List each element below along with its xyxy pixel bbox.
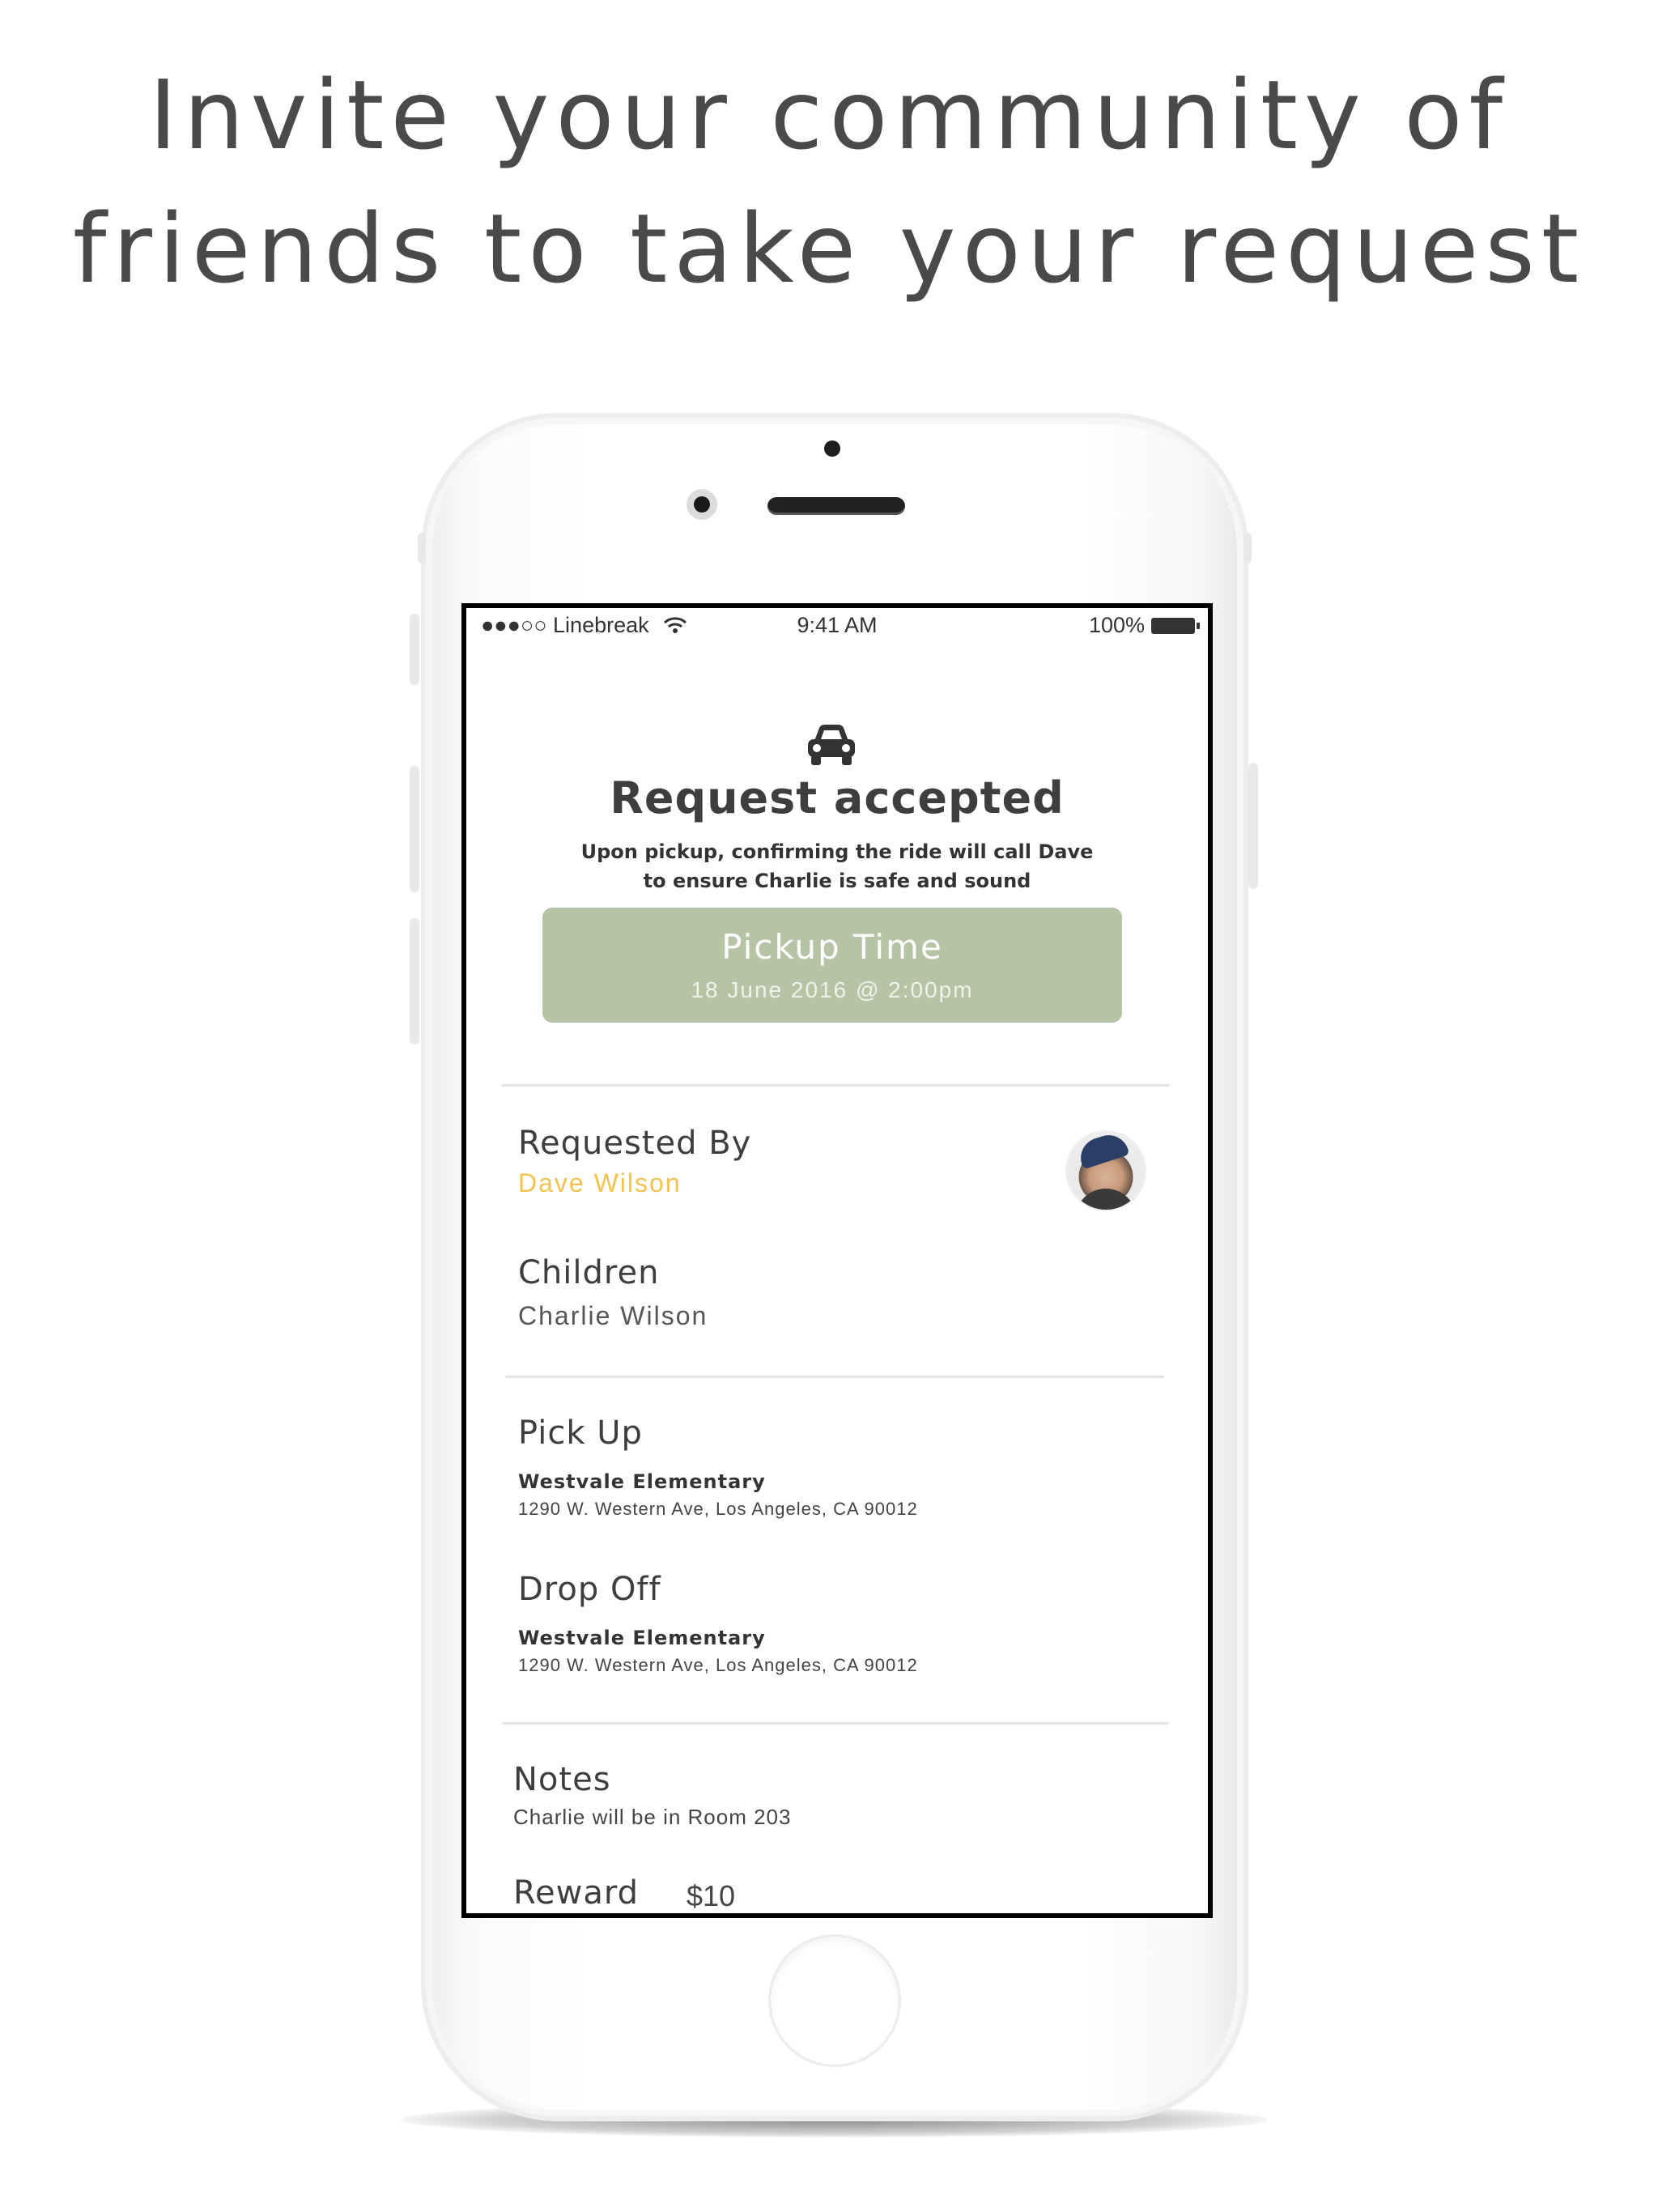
phone-screen: ●●●○○ Linebreak 9:41 AM 100% Request acc…	[461, 603, 1213, 1918]
frame-notch-left	[418, 533, 426, 564]
request-title: Request accepted	[610, 772, 1065, 823]
drop-off-location-name: Westvale Elementary	[518, 1627, 766, 1649]
pick-up-location-name: Westvale Elementary	[518, 1470, 766, 1493]
children-value: Charlie Wilson	[518, 1301, 708, 1330]
headline-line-2: friends to take your request	[72, 193, 1586, 304]
notes-value: Charlie will be in Room 203	[513, 1805, 792, 1829]
battery-icon	[1151, 618, 1200, 634]
proximity-sensor	[824, 440, 840, 457]
earpiece-speaker	[767, 497, 905, 515]
avatar-hat	[1075, 1132, 1130, 1170]
pickup-time-value: 18 June 2016 @ 2:00pm	[691, 977, 974, 1002]
divider	[505, 1376, 1164, 1378]
drop-off-label: Drop Off	[518, 1571, 661, 1608]
pickup-time-card[interactable]: Pickup Time 18 June 2016 @ 2:00pm	[542, 908, 1122, 1023]
battery-percent: 100%	[1088, 613, 1145, 637]
drop-off-address: 1290 W. Western Ave, Los Angeles, CA 900…	[518, 1655, 918, 1675]
reward-value: $10	[687, 1879, 736, 1912]
status-bar: ●●●○○ Linebreak 9:41 AM 100%	[466, 608, 1208, 637]
frame-notch-right	[1244, 533, 1252, 564]
request-subtitle: Upon pickup, confirming the ride will ca…	[466, 837, 1208, 895]
pick-up-label: Pick Up	[518, 1414, 643, 1452]
headline-line-1: Invite your community of	[148, 59, 1510, 171]
subtitle-line-1: Upon pickup, confirming the ride will ca…	[580, 840, 1094, 863]
requested-by-label: Requested By	[518, 1125, 752, 1162]
notes-label: Notes	[513, 1761, 611, 1798]
pickup-time-label: Pickup Time	[721, 927, 943, 967]
children-label: Children	[518, 1254, 660, 1291]
home-button[interactable]	[771, 1937, 899, 2065]
car-icon	[808, 725, 855, 765]
volume-up-button	[410, 766, 419, 892]
avatar-shirt	[1075, 1189, 1137, 1210]
reward-label: Reward	[513, 1874, 639, 1912]
requester-name[interactable]: Dave Wilson	[518, 1168, 682, 1198]
volume-down-button	[410, 918, 419, 1044]
subtitle-line-2: to ensure Charlie is safe and sound	[643, 870, 1031, 892]
battery-status: 100%	[1088, 613, 1200, 638]
avatar[interactable]	[1067, 1132, 1145, 1210]
marketing-headline: Invite your community of friends to take…	[0, 49, 1658, 316]
mute-switch	[410, 614, 419, 685]
power-button	[1248, 763, 1258, 889]
front-camera	[687, 489, 717, 520]
pick-up-address: 1290 W. Western Ave, Los Angeles, CA 900…	[518, 1499, 918, 1519]
divider	[502, 1722, 1169, 1725]
divider	[502, 1084, 1169, 1087]
